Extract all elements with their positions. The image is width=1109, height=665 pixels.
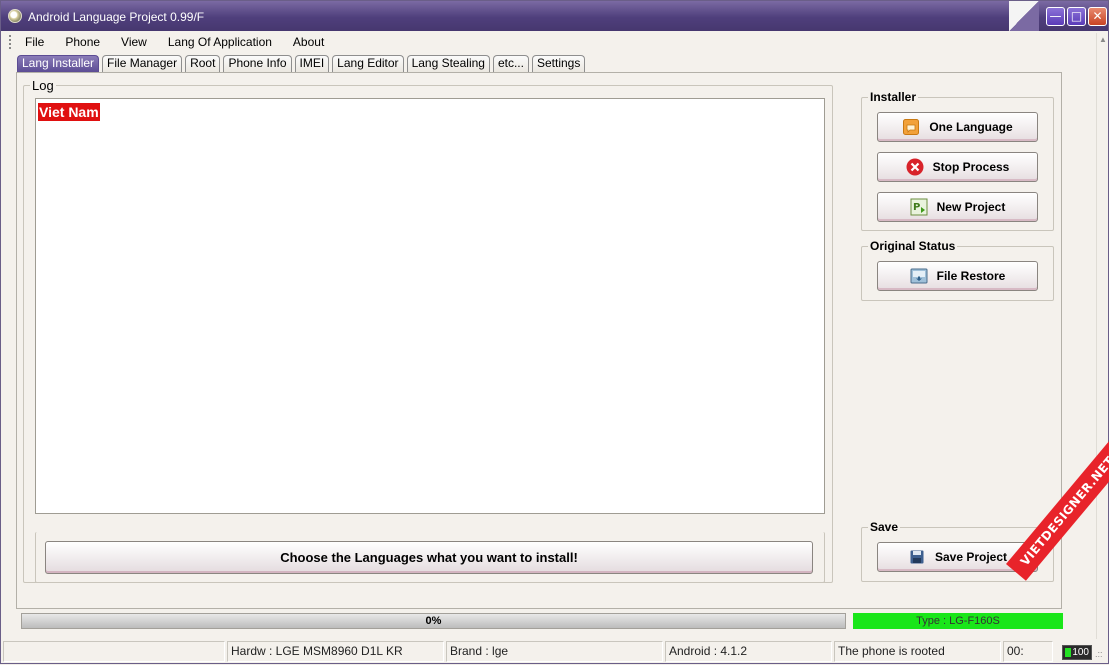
status-android-version: Android : 4.1.2 xyxy=(665,641,832,662)
file-restore-button[interactable]: File Restore xyxy=(877,261,1038,291)
battery-indicator: 100 xyxy=(1062,645,1092,660)
save-legend: Save xyxy=(868,520,901,534)
menu-lang-of-application[interactable]: Lang Of Application xyxy=(152,33,277,51)
status-root: The phone is rooted xyxy=(834,641,1001,662)
menu-bar: File Phone View Lang Of Application Abou… xyxy=(9,33,329,51)
menu-phone[interactable]: Phone xyxy=(49,33,105,51)
new-project-button[interactable]: P New Project xyxy=(877,192,1038,222)
scroll-up-icon[interactable]: ▲ xyxy=(1099,35,1107,44)
new-project-icon: P xyxy=(910,198,928,216)
maximize-button[interactable]: □ xyxy=(1067,7,1086,26)
tab-imei[interactable]: IMEI xyxy=(294,55,330,72)
one-language-label: One Language xyxy=(929,120,1013,134)
main-window: Android Language Project 0.99/F — □ ✕ Fi… xyxy=(0,0,1109,664)
device-type-bar: Type : LG-F160S xyxy=(853,613,1063,629)
status-brand: Brand : lge xyxy=(446,641,663,662)
tab-file-manager[interactable]: File Manager xyxy=(102,55,183,72)
choose-languages-button[interactable]: Choose the Languages what you want to in… xyxy=(45,541,813,574)
log-output[interactable]: Viet Nam xyxy=(35,98,825,514)
tab-bar: Lang Installer File Manager Root Phone I… xyxy=(17,55,588,72)
one-language-icon xyxy=(902,118,920,136)
device-type-label: Type : LG-F160S xyxy=(916,615,1000,627)
tab-phone-info[interactable]: Phone Info xyxy=(223,55,292,72)
svg-text:P: P xyxy=(913,202,920,213)
save-project-label: Save Project xyxy=(934,550,1008,564)
tab-root[interactable]: Root xyxy=(185,55,221,72)
one-language-button[interactable]: One Language xyxy=(877,112,1038,142)
original-status-legend: Original Status xyxy=(868,239,958,253)
menu-view[interactable]: View xyxy=(105,33,152,51)
menu-about[interactable]: About xyxy=(277,33,329,51)
tab-etc[interactable]: etc... xyxy=(492,55,529,72)
stop-icon xyxy=(906,158,924,176)
stop-process-label: Stop Process xyxy=(932,160,1010,174)
log-legend: Log xyxy=(30,78,56,93)
tab-lang-editor[interactable]: Lang Editor xyxy=(332,55,404,72)
window-title: Android Language Project 0.99/F xyxy=(28,10,205,24)
status-empty-panel xyxy=(3,641,225,662)
title-bar-decoration xyxy=(1009,1,1039,31)
file-restore-icon xyxy=(910,267,928,285)
tab-lang-stealing[interactable]: Lang Stealing xyxy=(406,55,490,72)
tab-settings[interactable]: Settings xyxy=(531,55,586,72)
status-bar: Hardw : LGE MSM8960 D1L KR Brand : lge A… xyxy=(1,641,1109,665)
stop-process-button[interactable]: Stop Process xyxy=(877,152,1038,182)
installer-legend: Installer xyxy=(868,90,919,104)
menu-file[interactable]: File xyxy=(9,33,49,51)
close-button[interactable]: ✕ xyxy=(1088,7,1107,26)
floppy-disk-icon xyxy=(908,548,926,566)
resize-grip-icon[interactable]: .:: xyxy=(1095,649,1105,659)
status-time: 00: xyxy=(1003,641,1053,662)
vertical-scrollbar[interactable]: ▲ xyxy=(1096,33,1109,639)
tab-lang-installer[interactable]: Lang Installer xyxy=(17,55,100,72)
progress-bar: 0% xyxy=(21,613,846,629)
progress-label: 0% xyxy=(425,615,442,627)
choose-languages-label: Choose the Languages what you want to in… xyxy=(280,550,578,565)
app-icon xyxy=(8,9,22,23)
minimize-button[interactable]: — xyxy=(1046,7,1065,26)
file-restore-label: File Restore xyxy=(936,269,1006,283)
title-bar[interactable]: Android Language Project 0.99/F — □ ✕ xyxy=(1,1,1108,31)
status-hardware: Hardw : LGE MSM8960 D1L KR xyxy=(227,641,444,662)
new-project-label: New Project xyxy=(936,200,1006,214)
log-entry: Viet Nam xyxy=(38,103,100,121)
